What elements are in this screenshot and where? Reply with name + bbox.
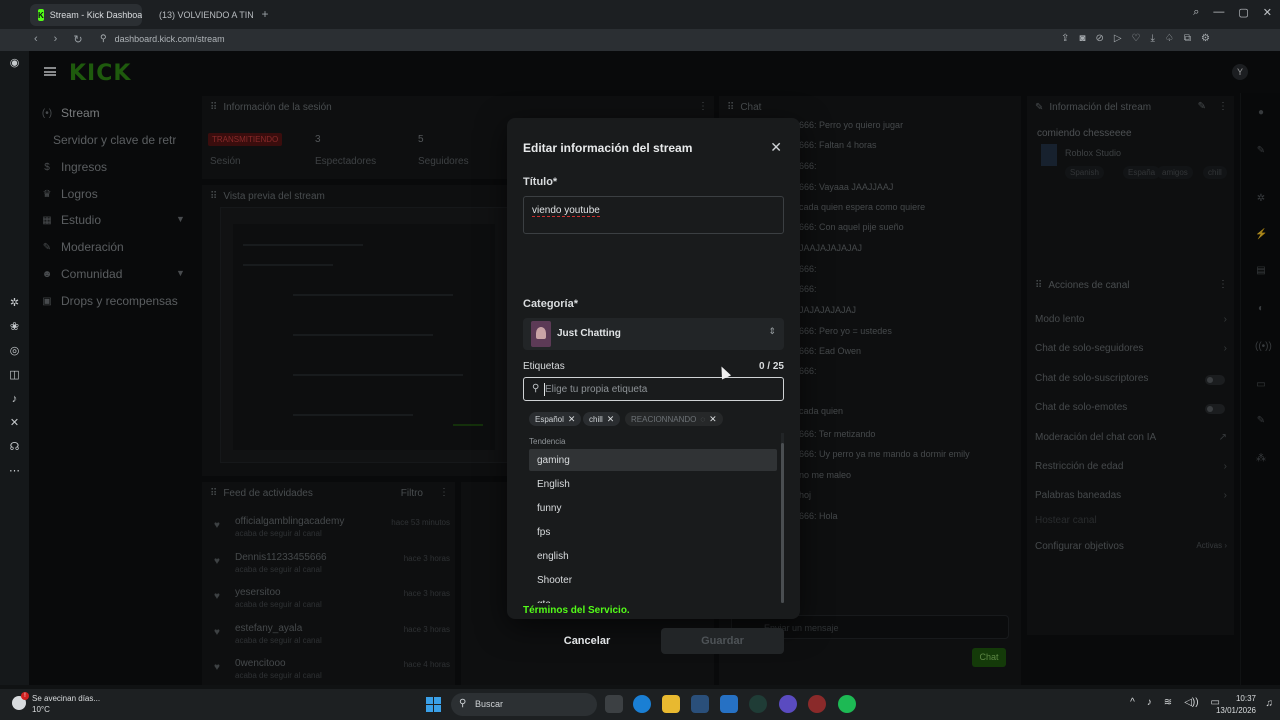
nav-buttons: ‹ › ↻ [34,33,83,46]
system-tray: ^ ♪ ≋ ◁)) ▭ [1130,697,1220,708]
tab-youtube[interactable]: (13) VOLVIENDO A TINC [145,4,253,26]
x-icon[interactable]: ✕ [8,417,21,430]
new-tab-icon[interactable]: + [259,8,271,20]
close-window-icon[interactable]: ✕ [1263,6,1272,19]
category-thumbnail [531,321,551,347]
share-icon[interactable]: ⇪ [1061,33,1069,44]
heart-icon[interactable]: ♡ [1132,33,1141,44]
tag-option[interactable]: gaming [529,449,777,471]
tag-option[interactable]: fps [529,521,777,543]
cancel-button[interactable]: Cancelar [523,628,651,654]
address-bar: ‹ › ↻ ⚲ dashboard.kick.com/stream ⇪ ◙ ⊘ … [0,29,1280,51]
play-icon[interactable]: ▷ [1114,33,1122,44]
remove-tag-icon[interactable]: ✕ [568,414,576,425]
title-input[interactable]: viendo youtube [523,196,784,234]
puzzle-icon[interactable]: ⧉ [1184,33,1191,44]
browser-logo-icon[interactable]: ◉ [8,57,21,70]
title-label: Título* [523,176,558,188]
remove-tag-icon[interactable]: ✕ [709,414,717,425]
block-icon[interactable]: ⊘ [1095,33,1103,44]
tags-count: 0 / 25 [758,361,784,372]
tag-search-input[interactable]: ⚲ Elige tu propia etiqueta [523,377,784,401]
reload-icon[interactable]: ↻ [73,33,82,46]
tag-option[interactable]: Shooter [529,569,777,591]
edit-stream-modal: Editar información del stream ✕ Título* … [507,118,800,654]
terms-link[interactable]: Términos del Servicio. [523,605,630,616]
paw-icon[interactable]: ❀ [8,321,21,334]
opera-gx-icon[interactable] [749,695,767,713]
dropdown-scrollbar[interactable] [781,433,784,603]
back-icon[interactable]: ‹ [34,33,38,46]
search-tabs-icon[interactable]: ⌕ [1193,6,1199,19]
tag-suggestions-dropdown: Tendencia gaming English funny fps engli… [523,433,784,603]
tiktok-icon[interactable]: ♪ [8,393,21,406]
tag-option[interactable]: funny [529,497,777,519]
dropdown-header: Tendencia [529,437,566,446]
tag-chip: REACIONNANDO ◌ ✕ [625,412,723,426]
tag-option[interactable]: english [529,545,777,567]
tag-option[interactable]: gta [529,593,777,603]
category-select[interactable]: Just Chatting ⇕ [523,318,784,350]
ai-icon[interactable]: ✲ [8,297,21,310]
messenger-icon[interactable]: ◎ [8,345,21,358]
remove-tag-icon[interactable]: ✕ [607,414,615,425]
camera-icon[interactable]: ◙ [1079,33,1085,44]
store-icon[interactable] [691,695,709,713]
chevron-up-icon[interactable]: ^ [1130,697,1135,708]
title-value: viendo youtube [532,205,600,217]
instagram-icon[interactable]: ◫ [8,369,21,382]
tag-chip: chill ✕ [583,412,621,426]
browser-extension-icons: ⇪ ◙ ⊘ ▷ ♡ ⤓ ♤ ⧉ ⚙ [1061,33,1210,44]
tag-chip: Español ✕ [529,412,582,426]
minimize-icon[interactable]: — [1213,6,1224,19]
close-icon[interactable]: ✕ [770,139,782,156]
opera-icon[interactable] [808,695,826,713]
spotify-icon[interactable] [838,695,856,713]
tags-label: Etiquetas [523,361,565,372]
maximize-icon[interactable]: ▢ [1238,6,1248,19]
forward-icon[interactable]: › [54,33,58,46]
settings-icon[interactable]: ⚙ [1201,33,1210,44]
headphones-icon[interactable]: ☊ [8,441,21,454]
kick-favicon-icon: K [38,9,44,21]
taskbar-search[interactable]: ⚲ Buscar [451,693,597,716]
more-icon[interactable]: ⋯ [8,465,21,478]
clock[interactable]: 10:37 13/01/2026 [1216,693,1256,717]
browser-tabbar: K Stream - Kick Dashboard (13) VOLVIENDO… [0,0,1280,29]
discord-icon[interactable] [779,695,797,713]
save-button[interactable]: Guardar [661,628,784,654]
bookmark-icon[interactable]: ♤ [1165,33,1174,44]
browser-sidebar: ◉ ✲ ❀ ◎ ◫ ♪ ✕ ☊ ⋯ [0,51,29,685]
download-icon[interactable]: ⤓ [1151,33,1155,44]
search-icon: ⚲ [459,698,467,709]
category-label: Categoría* [523,298,579,310]
task-view-icon[interactable] [605,695,623,713]
mail-icon[interactable] [720,695,738,713]
wifi-icon[interactable]: ≋ [1164,697,1172,708]
microphone-icon[interactable]: ♪ [1147,697,1152,708]
notification-bell-icon[interactable]: ♫ [1266,698,1274,709]
tab-kick-dashboard[interactable]: K Stream - Kick Dashboard [30,4,142,26]
search-icon: ⚲ [532,383,540,394]
loading-icon: ◌ [700,414,706,424]
start-button[interactable] [426,697,441,712]
weather-widget[interactable]: Se avecinan días... 10°C [12,692,100,715]
file-explorer-icon[interactable] [662,695,680,713]
chevron-updown-icon: ⇕ [768,326,776,336]
window-controls: ⌕ — ▢ ✕ [1193,6,1272,19]
url-field[interactable]: ⚲ dashboard.kick.com/stream [100,33,225,44]
site-info-icon[interactable]: ⚲ [100,33,107,44]
weather-icon [12,692,29,710]
kick-dashboard: KICK Y (•) Stream Servidor y clave de re… [29,51,1280,685]
edge-icon[interactable] [633,695,651,713]
volume-icon[interactable]: ◁)) [1184,697,1198,708]
tag-option[interactable]: English [529,473,777,495]
windows-taskbar: Se avecinan días... 10°C ⚲ Buscar ^ ♪ ≋ … [0,689,1280,720]
modal-title: Editar información del stream [523,141,693,155]
